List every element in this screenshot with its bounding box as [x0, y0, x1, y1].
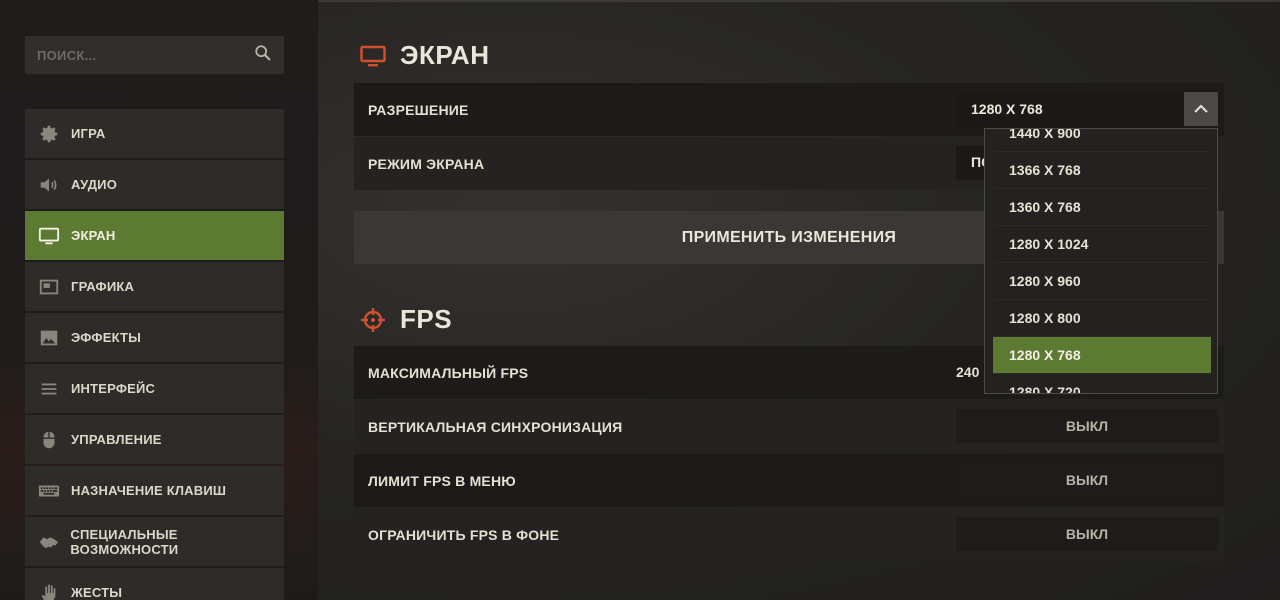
sidebar-item-label: АУДИО — [71, 177, 118, 192]
resolution-dropdown-toggle[interactable] — [1184, 92, 1218, 126]
sidebar-item-game[interactable]: ИГРА — [25, 109, 284, 158]
sidebar-item-label: ЖЕСТЫ — [71, 585, 123, 600]
background-fps-limit-label: ОГРАНИЧИТЬ FPS В ФОНЕ — [368, 526, 560, 543]
sidebar-item-audio[interactable]: АУДИО — [25, 160, 284, 209]
menu-fps-limit-label: ЛИМИТ FPS В МЕНЮ — [368, 472, 516, 489]
sidebar: ПОИСК... ИГРА АУДИО ЭКРАН ГРАФИКА ЭФФЕКТ… — [0, 0, 318, 600]
resolution-option[interactable]: 1280 X 960 — [993, 263, 1211, 300]
settings-nav: ИГРА АУДИО ЭКРАН ГРАФИКА ЭФФЕКТЫ ИНТЕРФЕ… — [25, 109, 284, 600]
sidebar-item-label: НАЗНАЧЕНИЕ КЛАВИШ — [71, 483, 227, 498]
sidebar-item-interface[interactable]: ИНТЕРФЕЙС — [25, 364, 284, 413]
sidebar-item-label: ГРАФИКА — [71, 279, 135, 294]
resolution-label: РАЗРЕШЕНИЕ — [368, 101, 469, 118]
sidebar-item-label: ЭКРАН — [71, 228, 116, 243]
menu-lines-icon — [37, 377, 61, 401]
search-input[interactable]: ПОИСК... — [37, 48, 254, 63]
sidebar-item-label: ЭФФЕКТЫ — [71, 330, 142, 345]
resolution-value: 1280 X 768 — [971, 101, 1043, 117]
screen-mode-label: РЕЖИМ ЭКРАНА — [368, 155, 485, 172]
search-box[interactable]: ПОИСК... — [25, 36, 284, 74]
resolution-dropdown-list[interactable]: 1440 X 900 1366 X 768 1360 X 768 1280 X … — [984, 128, 1218, 394]
monitor-icon — [360, 45, 386, 66]
sidebar-item-accessibility[interactable]: СПЕЦИАЛЬНЫЕ ВОЗМОЖНОСТИ — [25, 517, 284, 566]
sidebar-item-effects[interactable]: ЭФФЕКТЫ — [25, 313, 284, 362]
mouse-icon — [37, 428, 61, 452]
speaker-icon — [37, 173, 61, 197]
gear-icon — [37, 122, 61, 146]
resolution-option[interactable]: 1440 X 900 — [993, 129, 1211, 152]
chevron-up-icon — [1194, 104, 1208, 113]
sidebar-item-controls[interactable]: УПРАВЛЕНИЕ — [25, 415, 284, 464]
fps-title-text: FPS — [400, 304, 453, 334]
max-fps-value[interactable]: 240 — [956, 364, 979, 380]
resolution-option[interactable]: 1280 X 800 — [993, 300, 1211, 337]
background-fps-limit-toggle[interactable]: ВЫКЛ — [956, 517, 1218, 551]
resolution-options: 1440 X 900 1366 X 768 1360 X 768 1280 X … — [993, 129, 1211, 393]
sidebar-item-label: УПРАВЛЕНИЕ — [71, 432, 162, 447]
handshake-icon — [37, 530, 60, 554]
image-icon — [37, 326, 61, 350]
vsync-value: ВЫКЛ — [1065, 418, 1109, 434]
sidebar-item-gestures[interactable]: ЖЕСТЫ — [25, 568, 284, 600]
sidebar-item-label: СПЕЦИАЛЬНЫЕ ВОЗМОЖНОСТИ — [70, 526, 179, 557]
resolution-option[interactable]: 1280 X 720 — [993, 374, 1211, 393]
apply-changes-label: ПРИМЕНИТЬ ИЗМЕНЕНИЯ — [681, 228, 897, 246]
resolution-option[interactable]: 1280 X 1024 — [993, 226, 1211, 263]
sidebar-item-keybinds[interactable]: НАЗНАЧЕНИЕ КЛАВИШ — [25, 466, 284, 515]
sidebar-item-label: ИНТЕРФЕЙС — [71, 381, 156, 396]
resolution-option-selected[interactable]: 1280 X 768 — [993, 337, 1211, 374]
screen-title-text: ЭКРАН — [400, 40, 490, 70]
max-fps-label: МАКСИМАЛЬНЫЙ FPS — [368, 364, 529, 381]
sidebar-item-label: ИГРА — [71, 126, 106, 141]
picture-in-picture-icon — [37, 275, 61, 299]
menu-fps-limit-value: ВЫКЛ — [1065, 472, 1109, 488]
background-fps-limit-value: ВЫКЛ — [1065, 526, 1109, 542]
hand-wave-icon — [37, 581, 61, 600]
keyboard-icon — [37, 479, 61, 503]
resolution-option[interactable]: 1366 X 768 — [993, 152, 1211, 189]
resolution-option[interactable]: 1360 X 768 — [993, 189, 1211, 226]
vsync-toggle[interactable]: ВЫКЛ — [956, 409, 1218, 443]
sidebar-item-graphics[interactable]: ГРАФИКА — [25, 262, 284, 311]
search-icon[interactable] — [254, 44, 272, 67]
resolution-select[interactable]: 1280 X 768 — [956, 92, 1184, 126]
menu-fps-limit-toggle[interactable]: ВЫКЛ — [956, 463, 1218, 497]
crosshair-icon — [361, 307, 385, 332]
screen-section-title: ЭКРАН — [360, 40, 489, 71]
monitor-icon — [37, 224, 61, 248]
fps-section-title: FPS — [360, 304, 452, 335]
vsync-label: ВЕРТИКАЛЬНАЯ СИНХРОНИЗАЦИЯ — [368, 418, 623, 435]
sidebar-item-screen[interactable]: ЭКРАН — [25, 211, 284, 260]
